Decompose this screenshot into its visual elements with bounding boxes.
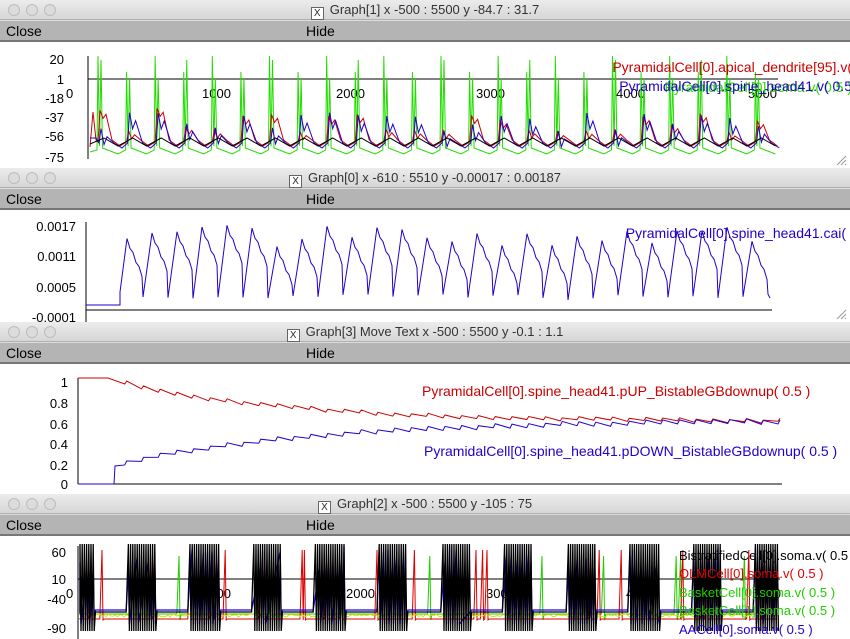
legend-entry[interactable]: AACell[0].soma.v( 0.5 ) bbox=[679, 622, 813, 637]
legend-entry[interactable]: PyramidalCell[0].spine_head41.pUP_Bistab… bbox=[422, 383, 810, 399]
graph2-close-button[interactable]: Close bbox=[6, 515, 42, 535]
legend-entry[interactable]: PyramidalCell[0].apical_dendrite[95].v( bbox=[612, 59, 850, 75]
y-tick: 20 bbox=[50, 52, 64, 67]
y-tick: 10 bbox=[52, 572, 66, 587]
y-tick: 1 bbox=[61, 375, 68, 390]
graph1-plot-canvas[interactable]: 20 1 -18 -37 -56 -75 0 1000 2000 3000 40… bbox=[0, 42, 850, 168]
graph0-hide-button[interactable]: Hide bbox=[306, 189, 335, 209]
graph0-titlebar[interactable]: X Graph[0] x -610 : 5510 y -0.00017 : 0.0… bbox=[0, 168, 850, 188]
y-tick: 1 bbox=[57, 72, 64, 87]
y-tick: -75 bbox=[45, 150, 64, 165]
graph0-menubar: Close Hide bbox=[0, 188, 850, 210]
graph2-titlebar[interactable]: X Graph[2] x -500 : 5500 y -105 : 75 bbox=[0, 494, 850, 514]
graph1-window: X Graph[1] x -500 : 5500 y -84.7 : 31.7 C… bbox=[0, 0, 850, 168]
graph0-plot: 0.0017 0.0011 0.0005 -0.0001 PyramidalCe… bbox=[0, 210, 850, 322]
graph2-title: Graph[2] x -500 : 5500 y -105 : 75 bbox=[336, 496, 533, 511]
y-tick: 0.0011 bbox=[37, 249, 76, 264]
resize-grip-icon[interactable] bbox=[836, 309, 847, 320]
graph3-hide-button[interactable]: Hide bbox=[306, 343, 335, 363]
y-tick: 0.2 bbox=[50, 458, 68, 473]
y-tick: 60 bbox=[52, 545, 66, 560]
graph0-title: Graph[0] x -610 : 5510 y -0.00017 : 0.00… bbox=[308, 170, 561, 185]
x-tick: 2000 bbox=[346, 586, 375, 601]
x-tick: 0 bbox=[66, 586, 73, 601]
x11-icon: X bbox=[317, 501, 331, 514]
graph1-hide-button[interactable]: Hide bbox=[306, 21, 335, 41]
graph3-plot-canvas[interactable]: 1 0.8 0.6 0.4 0.2 0 PyramidalCell[0].spi… bbox=[0, 364, 850, 492]
y-tick: -40 bbox=[47, 592, 66, 607]
y-tick: -56 bbox=[45, 129, 64, 144]
graph2-plot-canvas[interactable]: 60 10 -40 -90 0 1000 2000 3000 4000 5000… bbox=[0, 536, 850, 639]
y-tick: 0.4 bbox=[50, 437, 68, 452]
y-tick: 0.0017 bbox=[36, 219, 76, 234]
graph1-titlebar[interactable]: X Graph[1] x -500 : 5500 y -84.7 : 31.7 bbox=[0, 0, 850, 20]
y-tick: -90 bbox=[47, 621, 66, 636]
graph1-close-button[interactable]: Close bbox=[6, 21, 42, 41]
legend-entry[interactable]: BasketCell[1].soma.v( 0.5 ) bbox=[679, 603, 835, 618]
y-tick: -0.0001 bbox=[32, 310, 76, 322]
x-tick: 0 bbox=[66, 86, 73, 101]
graph2-menubar: Close Hide bbox=[0, 514, 850, 536]
graph1-title: Graph[1] x -500 : 5500 y -84.7 : 31.7 bbox=[329, 2, 540, 17]
y-tick: 0.0005 bbox=[36, 280, 76, 295]
graph1-plot: 20 1 -18 -37 -56 -75 0 1000 2000 3000 40… bbox=[0, 42, 850, 168]
legend-entry[interactable]: PyramidalCell[0].spine_head41.v( 0.5 bbox=[619, 78, 850, 94]
y-tick: -18 bbox=[45, 91, 64, 106]
resize-grip-icon[interactable] bbox=[836, 155, 847, 166]
graph3-window: X Graph[3] Move Text x -500 : 5500 y -0.1… bbox=[0, 322, 850, 492]
graph2-plot: 60 10 -40 -90 0 1000 2000 3000 4000 5000… bbox=[0, 536, 850, 639]
graph2-window: X Graph[2] x -500 : 5500 y -105 : 75 Clos… bbox=[0, 494, 850, 639]
y-tick: 0.6 bbox=[50, 417, 68, 432]
x-tick: 1000 bbox=[202, 86, 231, 101]
graph3-titlebar[interactable]: X Graph[3] Move Text x -500 : 5500 y -0.1… bbox=[0, 322, 850, 342]
x11-icon: X bbox=[286, 329, 300, 342]
graph3-menubar: Close Hide bbox=[0, 342, 850, 364]
graph0-close-button[interactable]: Close bbox=[6, 189, 42, 209]
x11-icon: X bbox=[289, 175, 303, 188]
legend-entry[interactable]: PyramidalCell[0].spine_head41.cai( bbox=[626, 225, 847, 241]
graph3-close-button[interactable]: Close bbox=[6, 343, 42, 363]
legend-entry[interactable]: BistratifiedCell[0].soma.v( 0.5 bbox=[679, 548, 848, 563]
y-tick: 0 bbox=[61, 477, 68, 492]
x11-icon: X bbox=[310, 7, 324, 20]
x-tick: 2000 bbox=[336, 86, 365, 101]
y-tick: -37 bbox=[45, 110, 64, 125]
graph0-plot-canvas[interactable]: 0.0017 0.0011 0.0005 -0.0001 PyramidalCe… bbox=[0, 210, 850, 322]
graph0-window: X Graph[0] x -610 : 5510 y -0.00017 : 0.0… bbox=[0, 168, 850, 322]
graph2-hide-button[interactable]: Hide bbox=[306, 515, 335, 535]
legend-entry[interactable]: OLMCell[0].soma.v( 0.5 ) bbox=[679, 566, 824, 581]
graph3-plot: 1 0.8 0.6 0.4 0.2 0 PyramidalCell[0].spi… bbox=[0, 364, 850, 492]
graph1-menubar: Close Hide bbox=[0, 20, 850, 42]
graph3-title: Graph[3] Move Text x -500 : 5500 y -0.1 … bbox=[305, 324, 564, 339]
y-tick: 0.8 bbox=[50, 396, 68, 411]
legend-entry[interactable]: PyramidalCell[0].spine_head41.pDOWN_Bist… bbox=[424, 443, 837, 459]
legend-entry[interactable]: BasketCell[0].soma.v( 0.5 ) bbox=[679, 585, 835, 600]
